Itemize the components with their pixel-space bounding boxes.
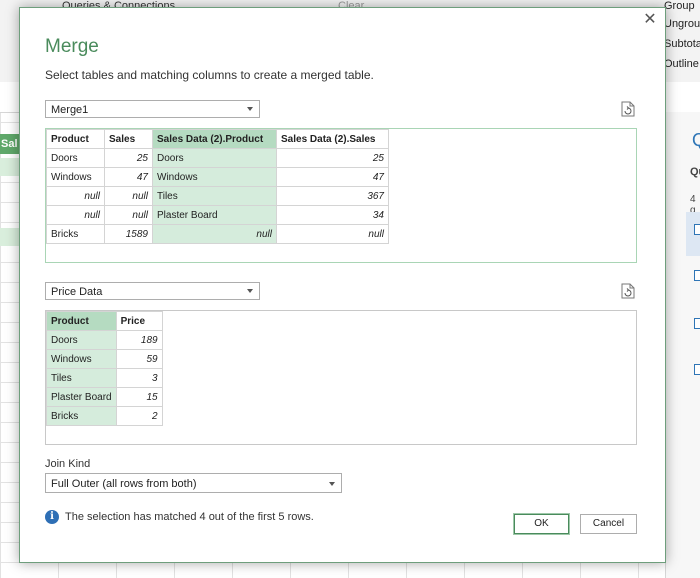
- chevron-down-icon: [329, 482, 335, 486]
- table-cell: Plaster Board: [152, 205, 277, 225]
- table-row: Bricks 1589 null null: [46, 224, 389, 244]
- column-header-sales: Sal: [0, 134, 20, 154]
- chevron-down-icon: [247, 107, 253, 111]
- table-cell: 47: [276, 167, 389, 187]
- table-cell: 2: [115, 406, 163, 426]
- refresh-preview-icon[interactable]: [621, 101, 635, 117]
- join-kind-label: Join Kind: [45, 458, 91, 470]
- table-cell: null: [46, 186, 105, 206]
- table-cell: Plaster Board: [46, 387, 117, 407]
- table-cell: Windows: [152, 167, 277, 187]
- table-icon: [694, 364, 700, 375]
- table-cell: 189: [115, 330, 163, 350]
- table-row: Windows 47 Windows 47: [46, 167, 389, 187]
- table-cell: 3: [115, 368, 163, 388]
- close-button[interactable]: ✕: [640, 10, 660, 30]
- table-cell: Windows: [46, 349, 117, 369]
- table-cell: null: [104, 186, 153, 206]
- table-cell: 367: [276, 186, 389, 206]
- table-cell: 34: [276, 205, 389, 225]
- refresh-preview-icon[interactable]: [621, 283, 635, 299]
- dialog-subtitle: Select tables and matching columns to cr…: [45, 68, 374, 82]
- table-header-row: Product Price: [46, 311, 163, 331]
- table-row: null null Plaster Board 34: [46, 205, 389, 225]
- table-cell: Doors: [46, 330, 117, 350]
- cell-highlight: [0, 228, 20, 246]
- chevron-down-icon: [247, 289, 253, 293]
- subtotal-button[interactable]: Subtotal: [664, 38, 700, 50]
- column-header-product[interactable]: Product: [46, 129, 105, 149]
- table-row: Doors 25 Doors 25: [46, 148, 389, 168]
- table-cell: Bricks: [46, 224, 105, 244]
- join-kind-select[interactable]: Full Outer (all rows from both): [45, 473, 342, 493]
- match-status-text: The selection has matched 4 out of the f…: [65, 511, 314, 523]
- table-cell: 47: [104, 167, 153, 187]
- group-button[interactable]: Group: [664, 0, 695, 12]
- second-table-select[interactable]: Price Data: [45, 282, 260, 300]
- column-header-price[interactable]: Price: [115, 311, 163, 331]
- table-cell: 25: [276, 148, 389, 168]
- column-header-sales[interactable]: Sales: [104, 129, 153, 149]
- table-icon: [694, 270, 700, 281]
- table-cell: Windows: [46, 167, 105, 187]
- table-cell: 15: [115, 387, 163, 407]
- pane-title: Q: [692, 130, 700, 150]
- column-header-sales-data-sales[interactable]: Sales Data (2).Sales: [276, 129, 389, 149]
- table-cell: Doors: [46, 148, 105, 168]
- table-icon: [694, 224, 700, 235]
- table-cell: null: [104, 205, 153, 225]
- dialog-title: Merge: [45, 36, 99, 57]
- first-table-select[interactable]: Merge1: [45, 100, 260, 118]
- table-cell: 25: [104, 148, 153, 168]
- first-table-grid: Product Sales Sales Data (2).Product Sal…: [46, 129, 389, 244]
- first-table-preview: Product Sales Sales Data (2).Product Sal…: [45, 128, 637, 263]
- ungroup-button[interactable]: Ungroup: [664, 18, 700, 30]
- table-cell: Bricks: [46, 406, 117, 426]
- table-cell: null: [152, 224, 277, 244]
- table-cell: null: [46, 205, 105, 225]
- join-kind-select-value: Full Outer (all rows from both): [51, 478, 197, 490]
- second-table-preview: Product Price Doors 189 Windows 59 Tiles…: [45, 310, 637, 445]
- column-header-product[interactable]: Product: [46, 311, 117, 331]
- table-cell: Tiles: [46, 368, 117, 388]
- table-cell: Doors: [152, 148, 277, 168]
- outline-button[interactable]: Outline: [664, 58, 699, 70]
- table-cell: Tiles: [152, 186, 277, 206]
- second-table-select-value: Price Data: [51, 286, 103, 298]
- cancel-button[interactable]: Cancel: [580, 514, 637, 534]
- table-cell: null: [276, 224, 389, 244]
- ok-button[interactable]: OK: [513, 513, 570, 535]
- column-header-sales-data-product[interactable]: Sales Data (2).Product: [152, 129, 277, 149]
- info-icon: i: [45, 510, 59, 524]
- table-row: Plaster Board 15: [46, 387, 163, 407]
- table-icon: [694, 318, 700, 329]
- second-table-grid: Product Price Doors 189 Windows 59 Tiles…: [46, 311, 163, 426]
- first-table-select-value: Merge1: [51, 104, 89, 116]
- table-row: null null Tiles 367: [46, 186, 389, 206]
- table-row: Windows 59: [46, 349, 163, 369]
- cell-highlight: [0, 158, 20, 176]
- table-cell: 1589: [104, 224, 153, 244]
- queries-pane: Q Qu 4 q: [665, 112, 700, 578]
- table-row: Tiles 3: [46, 368, 163, 388]
- table-row: Bricks 2: [46, 406, 163, 426]
- table-header-row: Product Sales Sales Data (2).Product Sal…: [46, 129, 389, 149]
- pane-queries-label: Qu: [690, 166, 700, 178]
- table-row: Doors 189: [46, 330, 163, 350]
- merge-dialog: ✕ Merge Select tables and matching colum…: [19, 7, 666, 563]
- table-cell: 59: [115, 349, 163, 369]
